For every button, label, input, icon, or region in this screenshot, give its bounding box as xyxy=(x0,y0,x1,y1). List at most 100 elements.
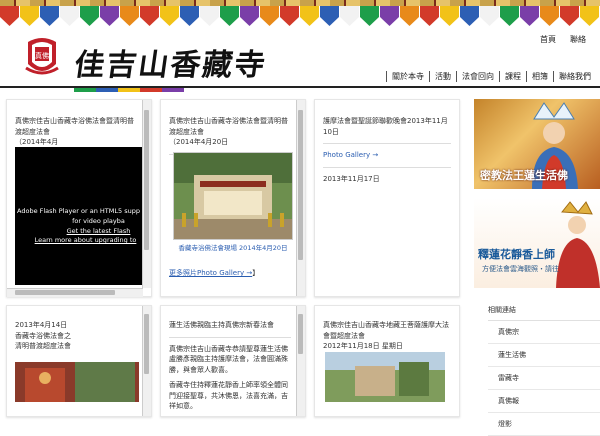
prayer-flag xyxy=(200,6,219,26)
sidebar-item[interactable]: 雷藏寺 xyxy=(488,367,600,390)
seal-text: 真佛 xyxy=(35,51,49,60)
prayer-flag xyxy=(500,6,519,26)
bracket-close: 】 xyxy=(252,269,260,277)
post-card-video: 真佛宗佳吉山香藏寺浴佛法會暨清明普渡超度法會 （2014年4月 Adobe Fl… xyxy=(6,99,152,297)
vertical-scrollbar[interactable] xyxy=(296,100,305,296)
prayer-flag xyxy=(180,6,199,26)
gallery-link-row: 更多照片Photo Gallery →】 xyxy=(169,268,259,279)
event-photo[interactable] xyxy=(325,352,445,402)
post-card-photo-3: 真佛宗佳吉山香藏寺地藏王菩薩護摩大法會暨超度法會 2012年11月18日 星期日 xyxy=(314,305,460,417)
site-title[interactable]: 佳吉山香藏寺 xyxy=(72,40,270,84)
nav-item-events[interactable]: 活動 xyxy=(429,71,456,82)
event-photo[interactable] xyxy=(15,362,139,402)
post-card-photo-2: 2013年4月14日 香藏寺浴佛法會之 清明普渡超度法會 xyxy=(6,305,152,417)
strip-segment xyxy=(162,88,184,92)
photo-gallery-link[interactable]: Photo Gallery → xyxy=(323,150,451,161)
post-card-article: 蓮生活佛親臨主持真佛宗新春法會 真佛宗佳吉山香藏寺恭請聖尊蓮生活佛盧勝彥親臨主持… xyxy=(160,305,306,417)
strip-segment xyxy=(74,88,96,92)
more-photos-label[interactable]: 更多照片 xyxy=(169,269,197,277)
post-date: 2012年11月18日 星期日 xyxy=(323,342,403,350)
nav-item-contact[interactable]: 聯絡我們 xyxy=(553,71,596,82)
prayer-flag xyxy=(260,6,279,26)
top-link-home[interactable]: 首頁 xyxy=(540,34,556,45)
post-date: （2014年4月20日 xyxy=(169,138,229,146)
prayer-flag xyxy=(60,6,79,26)
strip-segment xyxy=(118,88,140,92)
prayer-flag xyxy=(380,6,399,26)
divider xyxy=(323,143,451,144)
post-paragraph-2: 香藏寺住持釋蓮花靜香上師率領全體同門迎接聖尊，共沐佛恩，法喜充滿，吉祥如意。 xyxy=(169,381,288,410)
prayer-flag xyxy=(520,6,539,26)
post-title[interactable]: 蓮生活佛親臨主持真佛宗新春法會 xyxy=(169,320,291,331)
prayer-flag xyxy=(480,6,499,26)
prayer-flag-banner xyxy=(0,0,600,30)
sidebar-menu: 相關連結 真佛宗 蓮生活佛 雷藏寺 真佛報 燈影 xyxy=(488,305,600,436)
top-links: 首頁 聯絡 xyxy=(540,34,586,45)
prayer-flag xyxy=(320,6,339,26)
sidebar-item[interactable]: 蓮生活佛 xyxy=(488,344,600,367)
photo-caption: 香藏寺浴佛法會現場 2014年4月20日 xyxy=(178,244,288,252)
flash-message-1: Adobe Flash Player or an HTML5 supp xyxy=(17,207,140,215)
horizontal-scrollbar[interactable] xyxy=(7,288,143,297)
living-buddha-banner[interactable]: 密教法王蓮生活佛 xyxy=(474,99,600,189)
prayer-flag xyxy=(340,6,359,26)
nav-item-dedication[interactable]: 法會回向 xyxy=(456,71,499,82)
prayer-flag xyxy=(140,6,159,26)
event-photo[interactable] xyxy=(173,152,293,240)
post-title[interactable]: 真佛宗佳吉山香藏寺地藏王菩薩護摩大法會暨超度法會 xyxy=(323,320,451,341)
main-nav: 關於本寺 活動 法會回向 課程 相簿 聯絡我們 xyxy=(386,71,596,82)
sidebar-item[interactable]: 真佛宗 xyxy=(488,321,600,344)
divider xyxy=(169,336,291,338)
post-date: （2014年4月 xyxy=(15,138,59,146)
post-line-2[interactable]: 清明普渡超度法會 xyxy=(15,341,143,352)
prayer-flag xyxy=(120,6,139,26)
get-flash-link[interactable]: Get the latest Flash xyxy=(15,227,142,237)
post-line-1[interactable]: 香藏寺浴佛法會之 xyxy=(15,331,143,342)
prayer-flag xyxy=(20,6,39,26)
post-title[interactable]: 真佛宗佳吉山香藏寺浴佛法會暨清明普渡超度法會 xyxy=(15,116,137,137)
promo2-subtext: 方便法會雲海觀照・請往 xyxy=(482,265,559,273)
nav-item-classes[interactable]: 課程 xyxy=(499,71,526,82)
prayer-flag xyxy=(540,6,559,26)
photo-gallery-link[interactable]: Photo Gallery → xyxy=(197,269,252,277)
temple-seal-logo[interactable]: 真佛 xyxy=(22,34,62,78)
prayer-flag xyxy=(440,6,459,26)
divider xyxy=(323,166,451,168)
prayer-flag xyxy=(280,6,299,26)
prayer-flag xyxy=(460,6,479,26)
color-strip xyxy=(74,88,184,92)
prayer-flag xyxy=(360,6,379,26)
prayer-flag xyxy=(80,6,99,26)
nav-item-about[interactable]: 關於本寺 xyxy=(386,71,429,82)
prayer-flag xyxy=(0,6,19,26)
post-title[interactable]: 護摩法會暨聖誕節聯歡晚會2013年11月10日 xyxy=(323,116,451,137)
sidebar-item[interactable]: 燈影 xyxy=(488,413,600,436)
prayer-flag xyxy=(300,6,319,26)
flag-row xyxy=(0,6,600,30)
prayer-flag xyxy=(220,6,239,26)
strip-segment xyxy=(140,88,162,92)
flash-video-player[interactable]: Adobe Flash Player or an HTML5 supp for … xyxy=(15,147,142,285)
sidebar-heading: 相關連結 xyxy=(488,305,600,321)
master-banner[interactable]: 釋蓮花靜香上師 方便法會雲海觀照・請往 xyxy=(474,198,600,288)
prayer-flag xyxy=(400,6,419,26)
promo1-text: 密教法王蓮生活佛 xyxy=(480,169,568,182)
nav-item-gallery[interactable]: 相簿 xyxy=(526,71,553,82)
top-link-contact[interactable]: 聯絡 xyxy=(570,34,586,45)
post-paragraph-1: 真佛宗佳吉山香藏寺恭請聖尊蓮生活佛盧勝彥親臨主持護摩法會，法會圓滿殊勝，與會眾人… xyxy=(169,344,288,374)
learn-more-link[interactable]: Learn more about upgrading to xyxy=(15,236,142,246)
post-title[interactable]: 真佛宗佳吉山香藏寺浴佛法會暨清明普渡超度法會 xyxy=(169,116,291,137)
prayer-flag xyxy=(240,6,259,26)
vertical-scrollbar[interactable] xyxy=(142,100,151,288)
post-date: 2013年11月17日 xyxy=(323,174,380,183)
post-card-text: 護摩法會暨聖誕節聯歡晚會2013年11月10日 Photo Gallery → … xyxy=(314,99,460,297)
post-card-photo: 真佛宗佳吉山香藏寺浴佛法會暨清明普渡超度法會 （2014年4月20日 香藏寺浴佛… xyxy=(160,99,306,297)
flash-message-2: for video playba xyxy=(72,216,125,225)
prayer-flag xyxy=(160,6,179,26)
prayer-flag xyxy=(40,6,59,26)
prayer-flag xyxy=(580,6,599,26)
post-date: 2013年4月14日 xyxy=(15,321,68,329)
master-portrait xyxy=(556,201,600,288)
sidebar-item[interactable]: 真佛報 xyxy=(488,390,600,413)
prayer-flag xyxy=(560,6,579,26)
